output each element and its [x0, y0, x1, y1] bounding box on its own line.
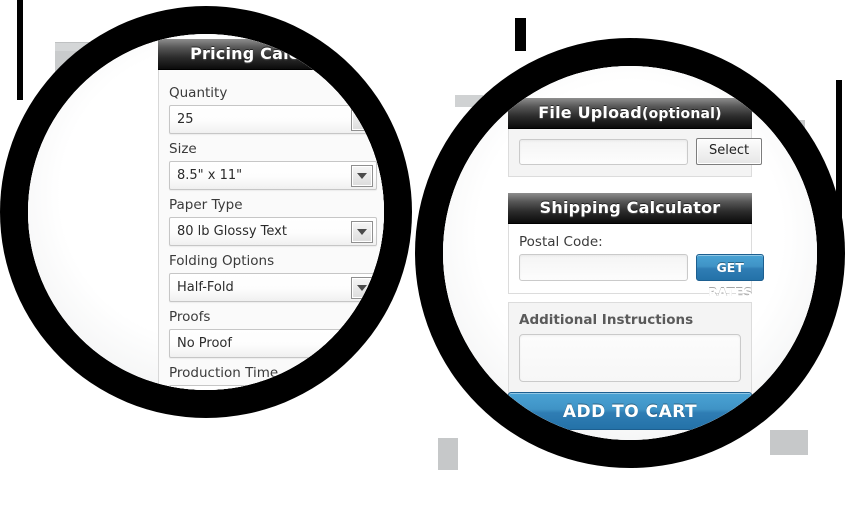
left-magnifier-lens: Pricing Calculator Quantity 25 Size 8.5"… — [28, 34, 384, 390]
add-to-cart-button[interactable]: ADD TO CART — [508, 392, 752, 430]
select-file-button[interactable]: Select — [696, 138, 763, 165]
field-label-quantity: Quantity — [169, 85, 228, 101]
select-size-value: 8.5" x 11" — [177, 168, 243, 183]
postal-code-row: GET RATES — [519, 254, 765, 300]
right-lens-content: File Upload(optional) Select Shipping Ca… — [443, 66, 817, 440]
select-paper-type-value: 80 lb Glossy Text — [177, 224, 287, 239]
file-path-input[interactable] — [519, 138, 688, 165]
chevron-down-icon[interactable] — [351, 333, 373, 355]
shipping-calculator-body: Postal Code: GET RATES — [508, 224, 765, 300]
right-magnifier-lens: File Upload(optional) Select Shipping Ca… — [443, 66, 817, 440]
get-rates-button[interactable]: GET RATES — [696, 254, 765, 300]
select-proofs-value: No Proof — [177, 336, 232, 351]
left-lens-content: Pricing Calculator Quantity 25 Size 8.5"… — [28, 34, 384, 390]
pricing-calculator-body: Quantity 25 Size 8.5" x 11" Paper Type 8… — [158, 70, 384, 390]
pricing-calculator-panel: Pricing Calculator Quantity 25 Size 8.5"… — [158, 39, 384, 390]
field-label-production-time: Production Time — [169, 365, 279, 381]
field-label-proofs: Proofs — [169, 309, 211, 325]
screenshot-root: IECH Pricing Calculator Quantity 25 — [0, 0, 845, 511]
crop-marker-left — [17, 0, 23, 100]
file-upload-title: File Upload — [538, 103, 642, 122]
additional-instructions-textarea[interactable] — [519, 334, 741, 382]
pricing-calculator-title: Pricing Calculator — [190, 44, 354, 63]
field-label-size: Size — [169, 141, 197, 157]
select-production-time[interactable]: 2-3 Business Days — [169, 385, 377, 390]
file-upload-body: Select — [508, 129, 763, 177]
select-quantity-value: 25 — [177, 112, 194, 127]
background-block-middle — [438, 438, 458, 470]
chevron-down-icon[interactable] — [351, 165, 373, 187]
shipping-calculator-title: Shipping Calculator — [539, 198, 721, 217]
shipping-calculator-header: Shipping Calculator — [508, 193, 752, 224]
postal-code-input[interactable] — [519, 254, 688, 281]
select-paper-type[interactable]: 80 lb Glossy Text — [169, 217, 377, 246]
postal-code-label: Postal Code: — [519, 234, 603, 250]
select-proofs[interactable]: No Proof — [169, 329, 377, 358]
file-upload-title-suffix: (optional) — [641, 106, 722, 122]
file-upload-panel: File Upload(optional) Select — [508, 98, 763, 177]
additional-instructions-label: Additional Instructions — [519, 312, 694, 328]
chevron-down-icon[interactable] — [351, 389, 373, 390]
chevron-down-icon[interactable] — [351, 109, 373, 131]
crop-marker-right — [836, 80, 842, 270]
select-folding-options[interactable]: Half-Fold — [169, 273, 377, 302]
chevron-down-icon[interactable] — [351, 221, 373, 243]
crop-marker-top — [515, 18, 526, 51]
field-label-paper-type: Paper Type — [169, 197, 243, 213]
select-quantity[interactable]: 25 — [169, 105, 377, 134]
file-upload-header: File Upload(optional) — [508, 98, 752, 129]
chevron-down-icon[interactable] — [351, 277, 373, 299]
additional-instructions-panel: Additional Instructions — [508, 302, 752, 398]
pricing-calculator-header: Pricing Calculator — [158, 39, 384, 70]
select-folding-options-value: Half-Fold — [177, 280, 234, 295]
shipping-calculator-panel: Shipping Calculator Postal Code: GET RAT… — [508, 193, 765, 300]
field-label-folding-options: Folding Options — [169, 253, 275, 269]
select-production-time-value: 2-3 Business Days — [177, 386, 296, 390]
select-size[interactable]: 8.5" x 11" — [169, 161, 377, 190]
